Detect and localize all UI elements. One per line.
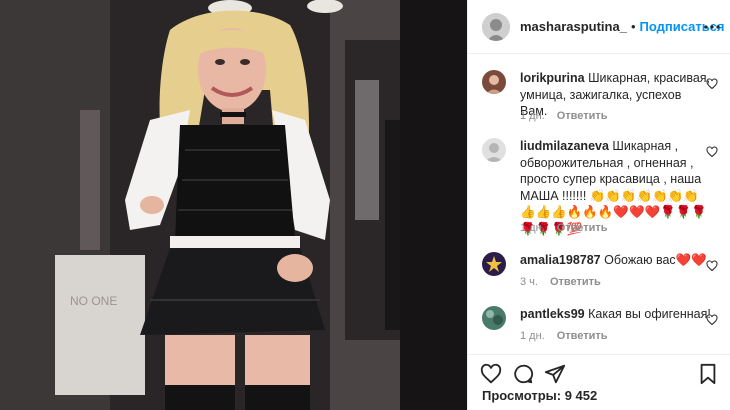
post-video[interactable]: NO ONE (0, 0, 467, 410)
comment-icon[interactable] (512, 363, 534, 385)
author-avatar[interactable] (482, 12, 510, 41)
comment-text: Обожаю вас❤️❤️ (604, 253, 707, 267)
commenter-avatar[interactable] (482, 70, 506, 94)
comment-meta: 1 дн. Ответить (520, 330, 608, 342)
post-details-panel: masharasputina_ • Подписаться lorikpurin… (467, 0, 730, 410)
comment-meta: 3 ч. Ответить (520, 276, 601, 288)
views-counter: Просмотры: 9 452 (482, 388, 597, 403)
views-count: 9 452 (564, 388, 598, 403)
bookmark-icon[interactable] (697, 363, 719, 385)
commenter-avatar[interactable] (482, 306, 506, 330)
reply-button[interactable]: Ответить (557, 330, 608, 342)
reply-button[interactable]: Ответить (557, 222, 608, 234)
comment-text: Какая вы офигенная! (588, 307, 711, 321)
comment-meta: 1 дн. Ответить (520, 222, 608, 234)
post-actions-bar (468, 354, 730, 390)
comment-time: 1 дн. (520, 330, 545, 342)
like-comment-heart-icon[interactable] (706, 260, 718, 272)
separator-dot: • (630, 19, 636, 34)
more-horizontal-icon[interactable] (703, 18, 721, 36)
comment-time: 1 дн. (520, 222, 545, 234)
author-username[interactable]: masharasputina_ (520, 19, 627, 34)
comments-list[interactable]: lorikpurina Шикарная, красивая, умница, … (468, 54, 730, 354)
commenter-avatar[interactable] (482, 138, 506, 162)
commenter-username[interactable]: pantleks99 (520, 307, 585, 321)
like-comment-heart-icon[interactable] (706, 146, 718, 158)
post-header: masharasputina_ • Подписаться (468, 0, 730, 54)
reply-button[interactable]: Ответить (557, 110, 608, 122)
comment-time: 1 дн. (520, 110, 545, 122)
commenter-username[interactable]: lorikpurina (520, 71, 585, 85)
like-comment-heart-icon[interactable] (706, 314, 718, 326)
comment-meta: 1 дн. Ответить (520, 110, 608, 122)
commenter-username[interactable]: amalia198787 (520, 253, 601, 267)
comment-time: 3 ч. (520, 276, 538, 288)
heart-icon[interactable] (480, 363, 502, 385)
commenter-username[interactable]: liudmilazaneva (520, 139, 609, 153)
views-label: Просмотры: (482, 388, 562, 403)
share-icon[interactable] (544, 363, 566, 385)
reply-button[interactable]: Ответить (550, 276, 601, 288)
video-frame: NO ONE (0, 0, 467, 410)
commenter-avatar[interactable] (482, 252, 506, 276)
like-comment-heart-icon[interactable] (706, 78, 718, 90)
video-watermark: NO ONE (70, 294, 117, 308)
